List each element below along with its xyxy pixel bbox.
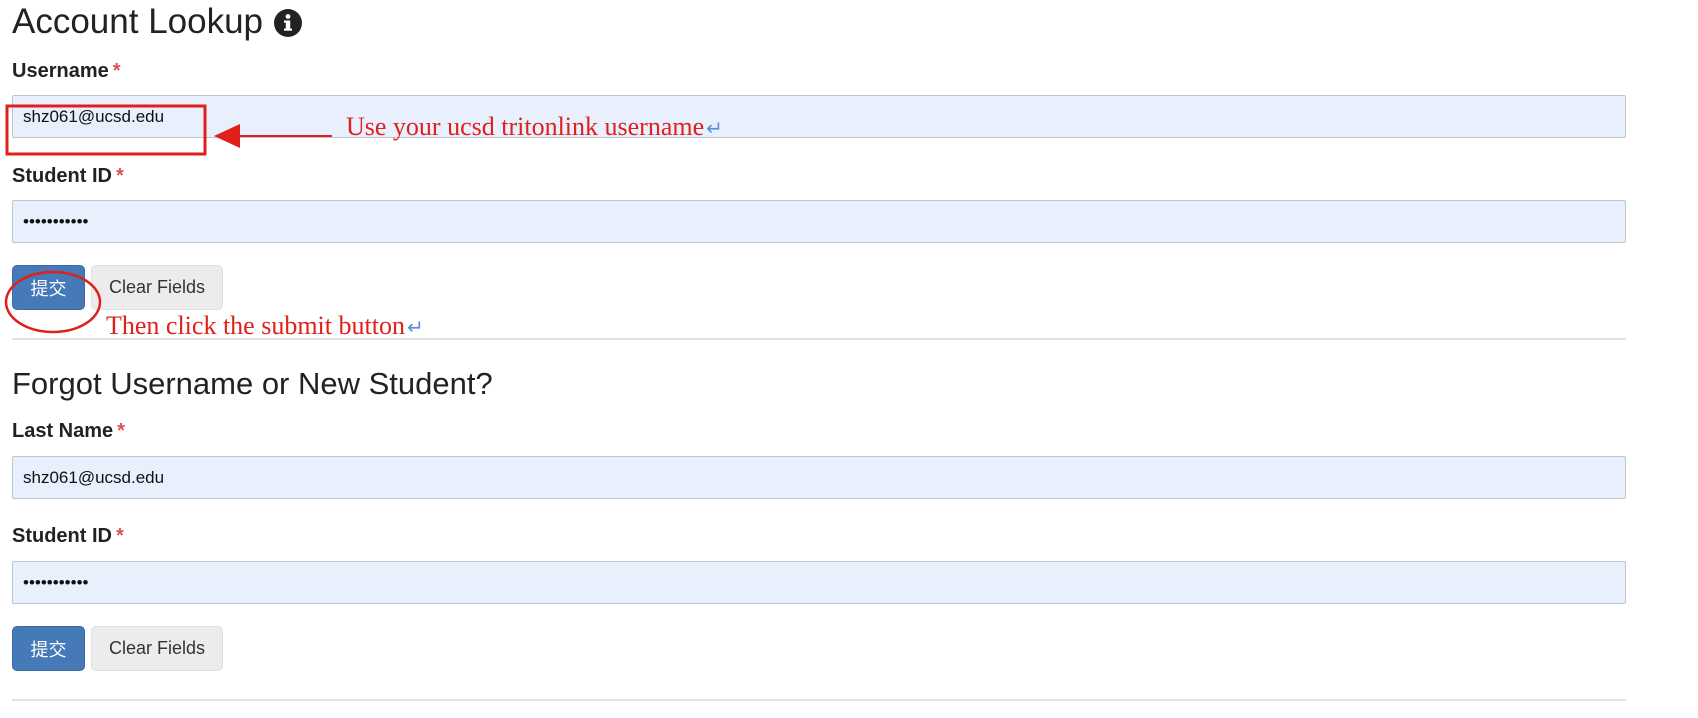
bottom-divider bbox=[12, 699, 1626, 701]
last-name-label: Last Name * bbox=[12, 420, 125, 443]
forgot-student-id-label-text: Student ID bbox=[12, 525, 112, 547]
student-id-label-text: Student ID bbox=[12, 165, 112, 187]
last-name-input-value: shz061@ucsd.edu bbox=[23, 467, 165, 487]
username-hint-annotation: Use your ucsd tritonlink username ↵ bbox=[346, 112, 723, 142]
student-id-input[interactable]: ••••••••••• bbox=[12, 200, 1626, 243]
forgot-student-id-label: Student ID * bbox=[12, 525, 124, 548]
student-id-input-value: ••••••••••• bbox=[23, 211, 89, 231]
clear-fields-button[interactable]: Clear Fields bbox=[91, 265, 223, 310]
submit-button[interactable]: 提交 bbox=[12, 265, 85, 310]
forgot-section-title: Forgot Username or New Student? bbox=[12, 366, 493, 401]
username-input[interactable]: shz061@ucsd.edu bbox=[12, 95, 1626, 138]
username-label-text: Username bbox=[12, 60, 109, 82]
username-input-value: shz061@ucsd.edu bbox=[23, 106, 165, 126]
account-lookup-page: Account Lookup Username * shz061@ucsd.edu… bbox=[0, 0, 1698, 718]
username-label: Username * bbox=[12, 60, 121, 83]
forgot-submit-button[interactable]: 提交 bbox=[12, 626, 85, 671]
info-circle-icon[interactable] bbox=[273, 7, 303, 37]
username-hint-text: Use your ucsd tritonlink username bbox=[346, 112, 705, 141]
return-icon: ↵ bbox=[406, 317, 424, 339]
forgot-student-id-input-value: ••••••••••• bbox=[23, 572, 89, 592]
submit-hint-text: Then click the submit button bbox=[106, 311, 405, 340]
required-marker: * bbox=[116, 165, 124, 187]
return-icon: ↵ bbox=[706, 118, 723, 140]
required-marker: * bbox=[112, 60, 121, 82]
last-name-input[interactable]: shz061@ucsd.edu bbox=[12, 456, 1626, 499]
forgot-student-id-input[interactable]: ••••••••••• bbox=[12, 561, 1626, 604]
page-title: Account Lookup bbox=[12, 0, 303, 44]
required-marker: * bbox=[116, 525, 124, 547]
required-marker: * bbox=[117, 420, 125, 442]
last-name-label-text: Last Name bbox=[12, 420, 114, 442]
submit-hint-annotation: Then click the submit button ↵ bbox=[106, 311, 424, 341]
forgot-clear-fields-button[interactable]: Clear Fields bbox=[91, 626, 223, 671]
student-id-label: Student ID * bbox=[12, 165, 124, 188]
page-title-text: Account Lookup bbox=[12, 2, 264, 41]
